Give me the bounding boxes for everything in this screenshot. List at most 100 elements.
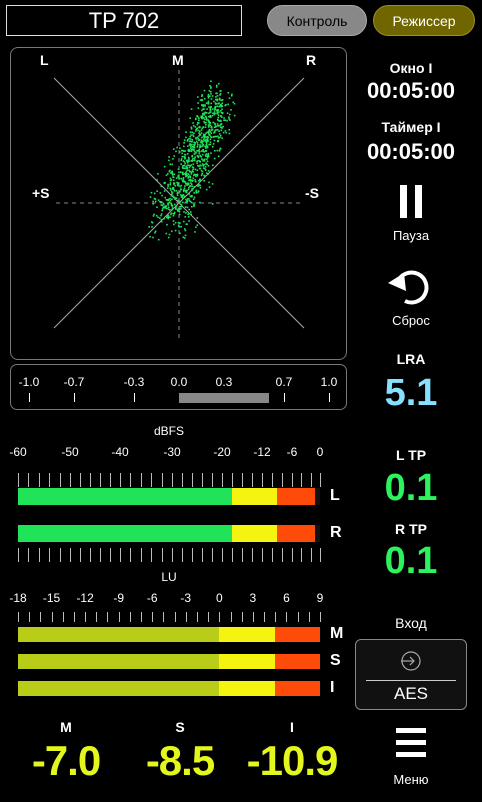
vectorscope-dot — [171, 198, 173, 201]
vectorscope-dot — [170, 209, 173, 211]
vectorscope-dot — [190, 213, 192, 216]
vectorscope-dot — [195, 226, 197, 228]
vectorscope-dot — [196, 123, 199, 126]
vectorscope-dot — [156, 190, 158, 192]
dbfs-tick — [212, 473, 213, 487]
vectorscope-dot — [180, 204, 183, 206]
vectorscope-dot — [160, 185, 163, 188]
vectorscope-dot — [208, 122, 211, 125]
vectorscope-dot — [213, 157, 216, 160]
vectorscope-dot — [184, 167, 187, 170]
vectorscope-dot — [211, 146, 214, 148]
vectorscope-dot — [218, 130, 220, 132]
vectorscope-dot — [155, 200, 157, 203]
dbfs-tick — [272, 473, 273, 487]
vectorscope-dot — [187, 156, 190, 159]
vectorscope-dot — [189, 135, 191, 138]
vectorscope-dot — [207, 170, 210, 172]
lu-channel-label: I — [330, 679, 335, 696]
vectorscope-dot — [184, 181, 187, 184]
rtp-title: R TP — [395, 521, 427, 537]
vectorscope-dot — [201, 104, 203, 106]
vectorscope-dot — [181, 171, 184, 174]
vectorscope-dot — [207, 153, 209, 156]
dbfs-scale-label: -6 — [286, 445, 298, 459]
vectorscope-dot — [195, 189, 198, 192]
vectorscope-dot — [219, 119, 222, 122]
lu-tick — [96, 612, 98, 622]
vectorscope-dot — [169, 177, 172, 180]
vectorscope-dot — [179, 147, 181, 149]
lu-scale-label: -12 — [76, 591, 94, 605]
vectorscope-dot — [152, 215, 155, 217]
pause-label: Пауза — [392, 228, 430, 243]
vectorscope-dot — [179, 206, 182, 208]
vectorscope-dot — [153, 213, 155, 216]
vectorscope-dot — [213, 126, 216, 128]
vectorscope-dot — [220, 129, 223, 132]
vectorscope-dot — [213, 110, 216, 112]
vectorscope-dot — [176, 194, 179, 197]
vectorscope-dot — [213, 100, 215, 103]
vectorscope-dot — [172, 182, 175, 184]
reset-button[interactable]: Сброс — [386, 267, 436, 331]
dbfs-tick — [172, 473, 173, 487]
vectorscope-dot — [201, 150, 203, 152]
vectorscope-dot — [170, 213, 172, 216]
vectorscope-dot — [203, 174, 205, 177]
vectorscope-dot — [191, 205, 193, 208]
input-selector[interactable]: AES — [355, 639, 467, 710]
vectorscope-dot — [178, 213, 181, 216]
vectorscope-dot — [192, 122, 194, 124]
vectorscope-dot — [214, 108, 216, 110]
director-button[interactable]: Режиссер — [373, 5, 475, 36]
vectorscope-dot — [207, 165, 210, 167]
vectorscope-panel: L M R +S -S — [10, 47, 347, 360]
dbfs-tick — [252, 473, 253, 487]
correlation-tick-mark — [134, 393, 135, 402]
lu-channel-label: M — [330, 625, 344, 642]
lu-tick — [107, 612, 109, 622]
vectorscope-dot — [148, 226, 150, 228]
vectorscope-dot — [196, 150, 198, 152]
lu-scale-label: 0 — [215, 591, 223, 605]
vectorscope-dot — [230, 109, 232, 111]
lu-meter-segment — [18, 681, 220, 696]
vectorscope-dot — [206, 146, 209, 149]
vectorscope-dot — [215, 125, 217, 127]
vectorscope-dot — [218, 133, 221, 135]
vectorscope-dot — [217, 119, 220, 122]
lu-tick — [62, 612, 64, 622]
vectorscope-dot — [151, 226, 153, 228]
vectorscope-dot — [215, 96, 217, 98]
vectorscope-dot — [219, 110, 222, 112]
dbfs-tick — [130, 473, 132, 487]
menu-button[interactable]: Меню — [381, 725, 441, 791]
vectorscope-dot — [185, 131, 187, 133]
vectorscope-dot — [212, 136, 215, 138]
vectorscope-dot — [184, 162, 186, 165]
dbfs-tick — [172, 548, 173, 562]
vectorscope-dot — [215, 129, 217, 131]
vectorscope-dot — [208, 120, 211, 123]
vectorscope-dot — [198, 152, 200, 155]
lu-tick — [286, 612, 288, 622]
lu-scale-label: 6 — [283, 591, 290, 605]
dbfs-tick — [18, 548, 19, 562]
vectorscope-dot — [219, 136, 221, 139]
vectorscope-dot — [204, 166, 207, 168]
vectorscope-dot — [174, 207, 177, 210]
pause-button[interactable]: Пауза — [391, 183, 431, 253]
control-button[interactable]: Контроль — [267, 5, 367, 36]
vectorscope-dot — [177, 168, 180, 170]
vectorscope-dot — [197, 138, 199, 140]
vectorscope-dot — [167, 183, 169, 186]
vectorscope-dot — [183, 155, 185, 158]
vectorscope-dot — [161, 209, 164, 212]
lu-meter-segment — [275, 627, 320, 642]
vectorscope-dot — [185, 136, 187, 139]
vectorscope-dot — [169, 199, 172, 202]
vectorscope-dot — [229, 113, 231, 116]
correlation-tick-mark — [284, 393, 285, 402]
vectorscope-dot — [169, 179, 172, 182]
